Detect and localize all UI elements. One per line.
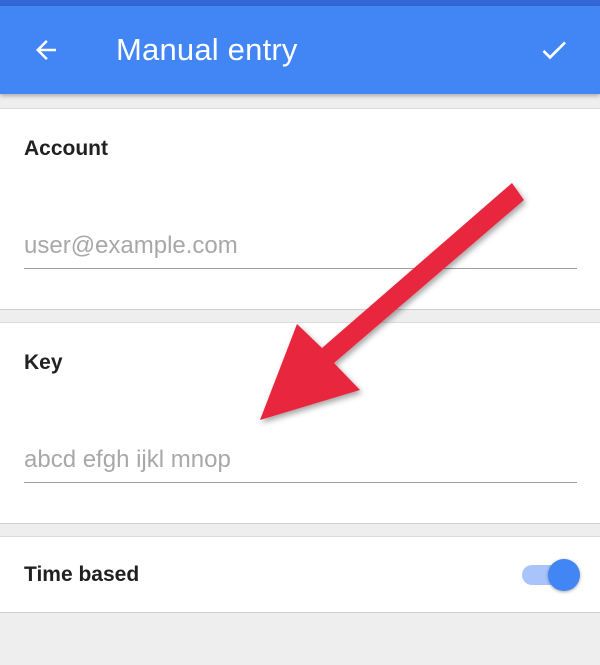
check-icon — [542, 41, 566, 60]
time-based-label: Time based — [24, 563, 140, 586]
app-bar: Manual entry — [0, 6, 600, 94]
key-label: Key — [24, 351, 63, 374]
key-card: Key — [0, 322, 600, 524]
time-based-card: Time based — [0, 536, 600, 613]
toggle-thumb — [548, 559, 580, 591]
confirm-button[interactable] — [524, 20, 584, 80]
account-card: Account — [0, 108, 600, 310]
account-input[interactable] — [24, 223, 577, 269]
key-input[interactable] — [24, 437, 577, 483]
time-based-toggle[interactable] — [520, 557, 584, 593]
account-label: Account — [24, 137, 108, 160]
page-title: Manual entry — [116, 32, 298, 67]
back-button[interactable] — [16, 20, 76, 80]
arrow-back-icon — [36, 40, 56, 60]
